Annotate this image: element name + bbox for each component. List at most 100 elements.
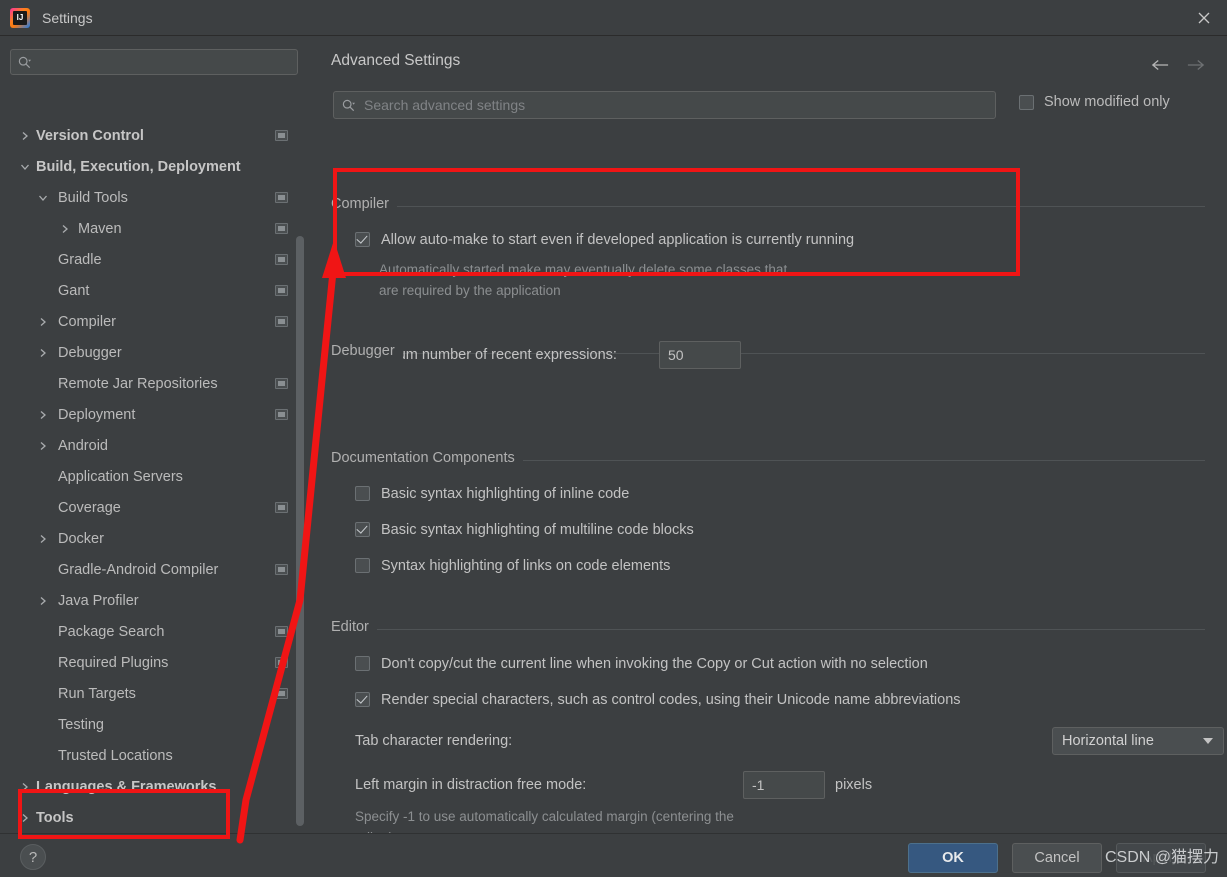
option-dont-copy-cut-line[interactable]: Don't copy/cut the current line when inv…: [355, 656, 928, 672]
module-settings-icon[interactable]: [275, 502, 288, 513]
option-allow-auto-make[interactable]: Allow auto-make to start even if develop…: [355, 232, 854, 248]
sidebar-item-label: Application Servers: [58, 468, 183, 485]
sidebar-item-label: Build, Execution, Deployment: [36, 158, 241, 175]
module-settings-icon[interactable]: [275, 254, 288, 265]
watermark-text: CSDN @猫摆力: [1105, 849, 1220, 866]
option-render-special-characters[interactable]: Render special characters, such as contr…: [355, 692, 961, 708]
group-divider: [331, 629, 1205, 630]
chevron-down-icon[interactable]: [36, 191, 50, 205]
sidebar-item-gradle-android-compiler[interactable]: Gradle-Android Compiler: [0, 554, 308, 585]
sidebar-item-build-tools[interactable]: Build Tools: [0, 182, 308, 213]
arrow-right-icon[interactable]: [1183, 54, 1209, 76]
sidebar-item-build-execution-deployment[interactable]: Build, Execution, Deployment: [0, 151, 308, 182]
checkbox-box: [355, 232, 370, 247]
chevron-right-icon[interactable]: [18, 780, 32, 794]
sidebar-item-remote-jar-repositories[interactable]: Remote Jar Repositories: [0, 368, 308, 399]
sidebar-item-application-servers[interactable]: Application Servers: [0, 461, 308, 492]
search-icon: [342, 99, 355, 112]
sidebar-item-package-search[interactable]: Package Search: [0, 616, 308, 647]
module-settings-icon[interactable]: [275, 285, 288, 296]
settings-sidebar: Version Control Build, Execution, Deploym…: [0, 36, 308, 833]
advanced-search-input[interactable]: Search advanced settings: [333, 91, 996, 119]
sidebar-scrollbar[interactable]: [296, 236, 304, 826]
sidebar-item-debugger[interactable]: Debugger: [0, 337, 308, 368]
sidebar-item-java-profiler[interactable]: Java Profiler: [0, 585, 308, 616]
chevron-right-icon[interactable]: [36, 594, 50, 608]
sidebar-item-label: Required Plugins: [58, 654, 169, 671]
sidebar-item-version-control[interactable]: Version Control: [0, 120, 308, 151]
checkbox-box: [355, 522, 370, 537]
sidebar-item-coverage[interactable]: Coverage: [0, 492, 308, 523]
sidebar-item-tools[interactable]: Tools: [0, 802, 308, 833]
sidebar-item-label: Run Targets: [58, 685, 136, 702]
left-margin-description: Specify -1 to use automatically calculat…: [355, 809, 734, 833]
help-button[interactable]: ?: [20, 844, 46, 870]
sidebar-item-trusted-locations[interactable]: Trusted Locations: [0, 740, 308, 771]
sidebar-item-label: Version Control: [36, 127, 144, 144]
page-title: Advanced Settings: [331, 52, 461, 69]
dialog-button-bar: ? OK Cancel Apply: [0, 833, 1227, 877]
chevron-right-icon[interactable]: [36, 315, 50, 329]
ok-button[interactable]: OK: [908, 843, 998, 873]
module-settings-icon[interactable]: [275, 688, 288, 699]
option-label: Don't copy/cut the current line when inv…: [381, 656, 928, 672]
intellij-idea-logo-icon: IJ: [10, 7, 30, 28]
module-settings-icon[interactable]: [275, 130, 288, 141]
sidebar-item-required-plugins[interactable]: Required Plugins: [0, 647, 308, 678]
checkbox-box: [355, 692, 370, 707]
sidebar-item-run-targets[interactable]: Run Targets: [0, 678, 308, 709]
sidebar-item-label: Java Profiler: [58, 592, 139, 609]
chevron-down-icon[interactable]: [18, 160, 32, 174]
chevron-right-icon[interactable]: [58, 222, 72, 236]
module-settings-icon[interactable]: [275, 223, 288, 234]
chevron-right-icon[interactable]: [18, 811, 32, 825]
option-inline-code-highlight[interactable]: Basic syntax highlighting of inline code: [355, 486, 629, 502]
group-title: Editor: [331, 619, 377, 635]
chevron-down-icon: [1203, 738, 1213, 744]
module-settings-icon[interactable]: [275, 657, 288, 668]
sidebar-item-deployment[interactable]: Deployment: [0, 399, 308, 430]
chevron-right-icon[interactable]: [36, 408, 50, 422]
module-settings-icon[interactable]: [275, 316, 288, 327]
sidebar-item-label: Maven: [78, 220, 122, 237]
sidebar-item-label: Docker: [58, 530, 104, 547]
sidebar-item-android[interactable]: Android: [0, 430, 308, 461]
sidebar-item-label: Gant: [58, 282, 90, 299]
cancel-button[interactable]: Cancel: [1012, 843, 1102, 873]
sidebar-search-input[interactable]: [10, 49, 298, 75]
settings-tree[interactable]: Version Control Build, Execution, Deploym…: [0, 120, 308, 833]
sidebar-item-gradle[interactable]: Gradle: [0, 244, 308, 275]
sidebar-item-testing[interactable]: Testing: [0, 709, 308, 740]
module-settings-icon[interactable]: [275, 564, 288, 575]
module-settings-icon[interactable]: [275, 192, 288, 203]
module-settings-icon[interactable]: [275, 626, 288, 637]
chevron-right-icon[interactable]: [18, 129, 32, 143]
sidebar-item-label: Coverage: [58, 499, 121, 516]
sidebar-item-gant[interactable]: Gant: [0, 275, 308, 306]
chevron-right-icon[interactable]: [36, 439, 50, 453]
option-label: Render special characters, such as contr…: [381, 692, 961, 708]
option-label: Syntax highlighting of links on code ele…: [381, 558, 671, 574]
show-modified-only-checkbox[interactable]: Show modified only: [1019, 94, 1170, 110]
option-links-highlight[interactable]: Syntax highlighting of links on code ele…: [355, 558, 670, 574]
left-margin-input[interactable]: -1: [743, 771, 825, 799]
sidebar-item-docker[interactable]: Docker: [0, 523, 308, 554]
sidebar-item-languages-frameworks[interactable]: Languages & Frameworks: [0, 771, 308, 802]
sidebar-item-label: Trusted Locations: [58, 747, 173, 764]
chevron-right-icon[interactable]: [36, 346, 50, 360]
sidebar-item-maven[interactable]: Maven: [0, 213, 308, 244]
group-title: Compiler: [331, 196, 398, 212]
max-recent-expressions-input[interactable]: 50: [659, 341, 741, 369]
module-settings-icon[interactable]: [275, 378, 288, 389]
option-multiline-code-highlight[interactable]: Basic syntax highlighting of multiline c…: [355, 522, 694, 538]
arrow-left-icon[interactable]: [1147, 54, 1173, 76]
chevron-right-icon[interactable]: [36, 532, 50, 546]
module-settings-icon[interactable]: [275, 409, 288, 420]
tab-character-rendering-dropdown[interactable]: Horizontal line: [1052, 727, 1224, 755]
sidebar-item-compiler[interactable]: Compiler: [0, 306, 308, 337]
sidebar-item-label: Remote Jar Repositories: [58, 375, 218, 392]
checkbox-box: [355, 486, 370, 501]
window-title: Settings: [42, 9, 93, 26]
sidebar-item-label: Languages & Frameworks: [36, 778, 217, 795]
close-icon[interactable]: [1181, 0, 1227, 36]
